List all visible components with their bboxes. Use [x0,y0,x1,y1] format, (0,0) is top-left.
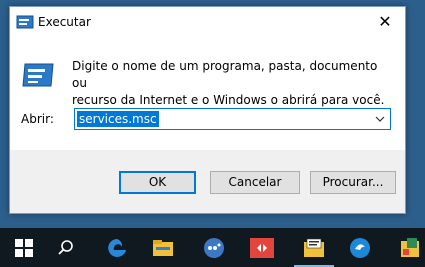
run-icon [16,15,34,29]
description-line: recurso da Internet e o Windows o abrirá… [72,93,385,107]
app-red-icon [250,237,274,258]
run-large-icon [22,63,54,87]
taskbar-edge[interactable] [93,228,141,267]
start-button[interactable] [0,228,48,267]
taskbar-search-button[interactable] [42,228,90,267]
dialog-description: Digite o nome de um programa, pasta, doc… [72,58,392,109]
close-icon: ✕ [378,12,392,31]
ok-button[interactable]: OK [119,171,196,194]
search-icon [58,239,73,255]
run-icon [304,238,324,257]
open-combobox[interactable]: services.msc [74,108,391,130]
taskbar-app-security[interactable] [386,228,425,267]
edge-icon [108,238,126,257]
cancel-button[interactable]: Cancelar [210,171,300,194]
description-line: Digite o nome de um programa, pasta, doc… [72,59,378,90]
taskbar-app[interactable] [190,228,238,267]
taskbar-app-red[interactable] [238,228,286,267]
run-dialog: Executar ✕ Digite o nome de um programa,… [9,6,406,214]
windows-start-icon [15,238,33,257]
taskbar-app-chat[interactable] [336,228,384,267]
taskbar-file-explorer[interactable] [139,228,187,267]
open-input[interactable]: services.msc [77,111,159,127]
taskbar-run-dialog[interactable] [290,228,338,267]
taskbar [0,228,425,267]
title-bar[interactable]: Executar ✕ [10,7,405,37]
app-security-icon [401,237,419,257]
browse-button[interactable]: Procurar... [310,171,396,194]
app-icon [204,237,224,258]
open-label: Abrir: [21,112,54,126]
dialog-title: Executar [38,15,91,29]
app-chat-icon [350,237,370,258]
close-button[interactable]: ✕ [365,7,405,37]
chevron-down-icon[interactable] [373,111,387,127]
file-explorer-icon [153,239,173,256]
